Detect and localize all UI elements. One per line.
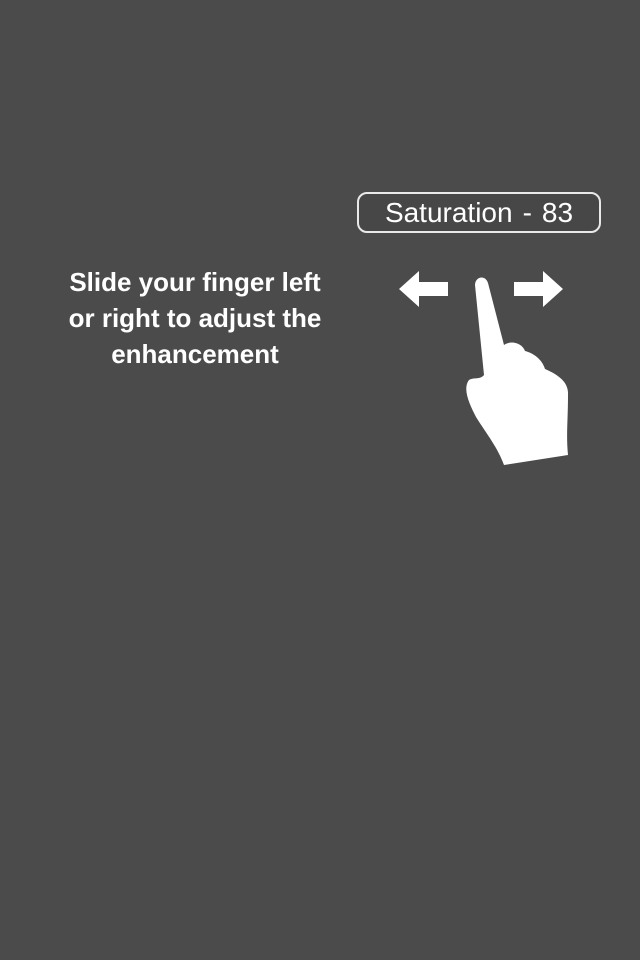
adjustment-separator: -: [522, 196, 532, 228]
instruction-line-3: enhancement: [111, 339, 279, 369]
instruction-line-2: or right to adjust the: [68, 303, 322, 333]
instruction-text: Slide your finger left or right to adjus…: [30, 264, 360, 372]
swipe-gesture-illustration: [399, 271, 569, 465]
adjustment-value: 83: [541, 196, 574, 228]
arrow-left-icon: [399, 271, 448, 307]
pointing-hand-icon: [466, 277, 569, 465]
instruction-line-1: Slide your finger left: [69, 267, 321, 297]
arrow-right-icon: [514, 271, 563, 307]
adjustment-value-badge: Saturation - 83: [357, 192, 601, 233]
adjustment-name: Saturation: [384, 196, 513, 228]
